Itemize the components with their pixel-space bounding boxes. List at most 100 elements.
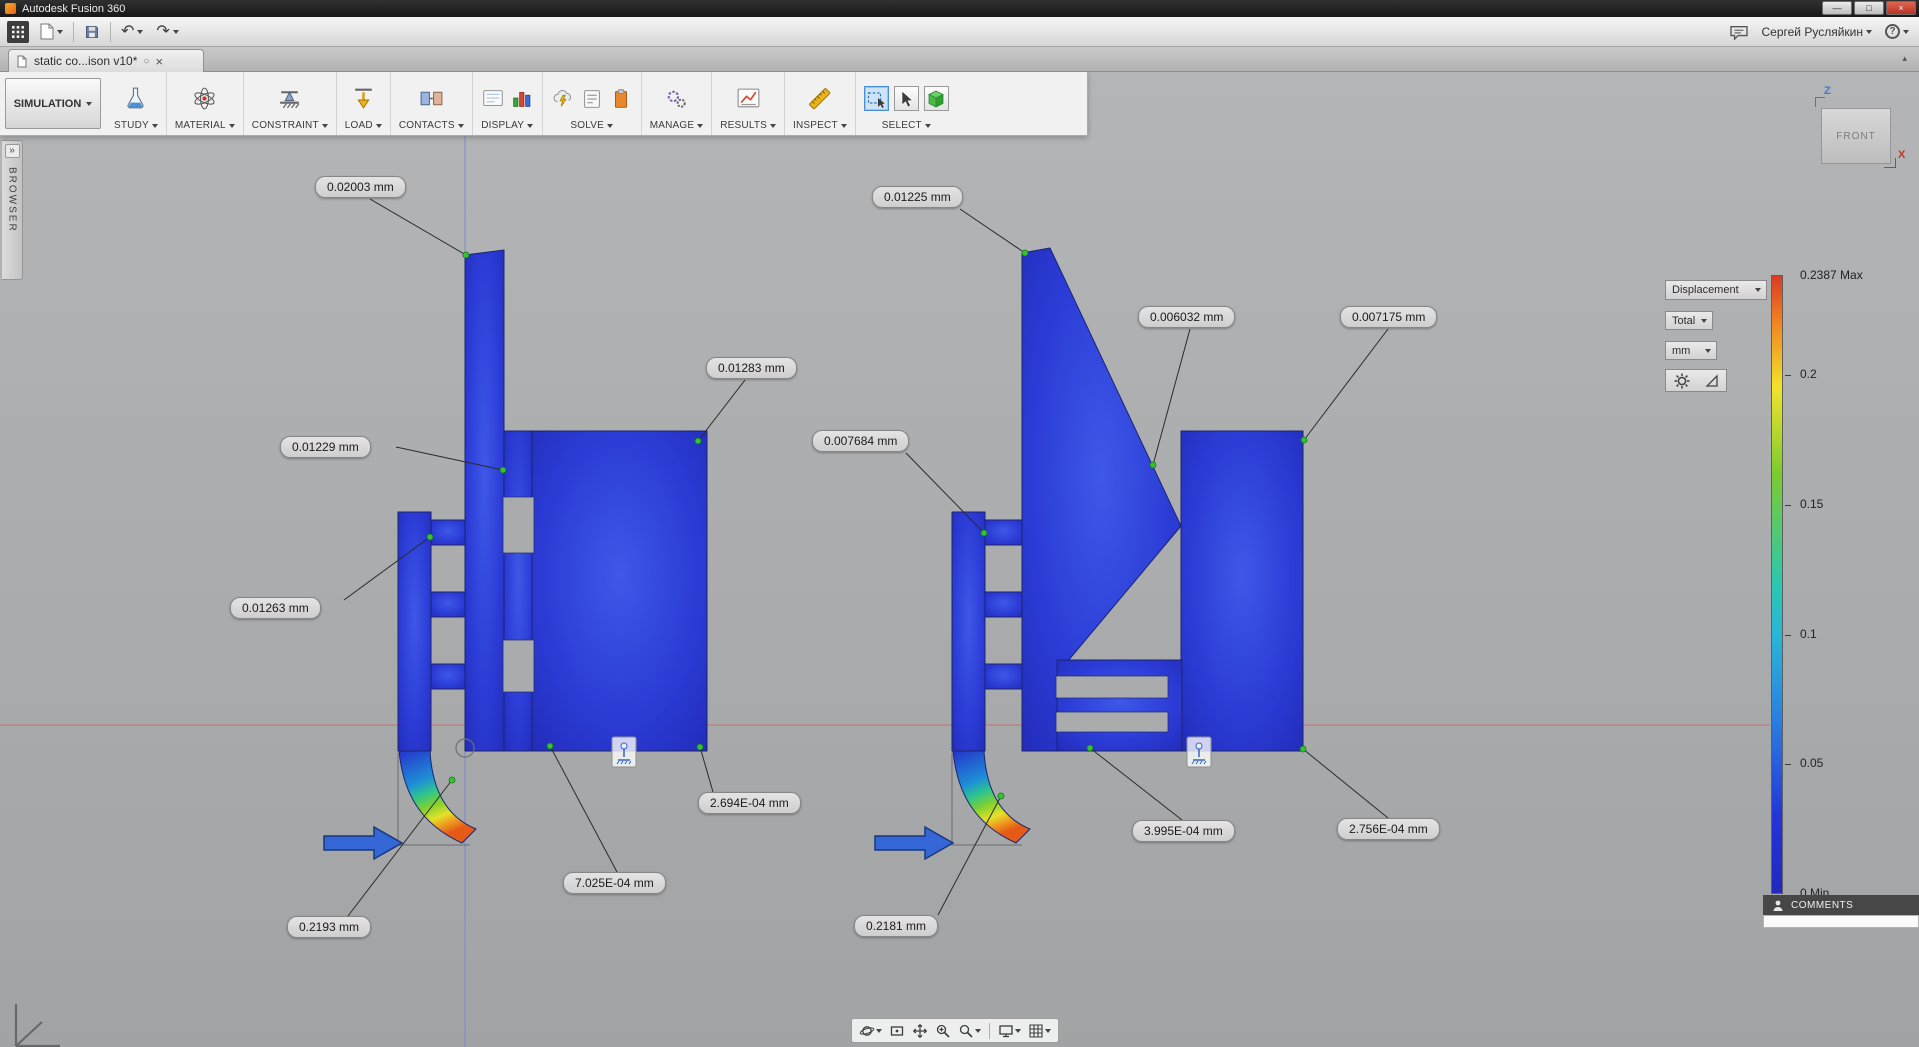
constraint-marker-left[interactable] [611, 736, 637, 768]
manage-icon[interactable] [663, 85, 690, 112]
user-account-button[interactable]: Сергей Русляйкин [1759, 23, 1876, 41]
displacement-callout[interactable]: 0.01229 mm [280, 436, 371, 458]
ribbon-group-label: INSPECT [793, 120, 838, 131]
comments-input[interactable] [1763, 915, 1919, 928]
undo-button[interactable]: ↶ [118, 22, 146, 42]
contacts-icon[interactable] [418, 85, 445, 112]
legend-tick-label: 0.05 [1800, 756, 1824, 770]
displacement-callout[interactable]: 0.01225 mm [872, 186, 963, 208]
displacement-callout[interactable]: 2.694E-04 mm [698, 792, 801, 814]
ribbon-group-results[interactable]: RESULTS [712, 72, 786, 135]
window-title-bar[interactable]: Autodesk Fusion 360 — □ × [0, 0, 1919, 17]
ribbon-group-select[interactable]: SELECT [856, 72, 957, 135]
ribbon-group-label: MANAGE [649, 120, 695, 131]
file-icon [40, 23, 54, 40]
window-minimize-button[interactable]: — [1822, 1, 1852, 15]
displacement-callout[interactable]: 0.007175 mm [1340, 306, 1438, 328]
document-tab[interactable]: static co...ison v10* ○ × [8, 49, 204, 72]
help-button[interactable]: ? [1882, 22, 1912, 41]
navigation-bar [851, 1018, 1059, 1043]
display-bars-icon[interactable] [510, 87, 534, 111]
study-icon[interactable] [122, 85, 149, 112]
window-close-button[interactable]: × [1886, 1, 1916, 15]
display-panel-icon[interactable] [481, 87, 505, 111]
ribbon-toolbar: SIMULATION STUDY MATERIAL CONSTRAINT LOA… [0, 72, 1088, 136]
displacement-callout[interactable]: 7.025E-04 mm [563, 872, 666, 894]
apps-grid-icon [12, 25, 24, 38]
select-solid-tool[interactable] [923, 86, 949, 111]
legend-tick-mark [1785, 375, 1791, 376]
window-maximize-button[interactable]: □ [1854, 1, 1884, 15]
job-status-icon[interactable]: ○ [143, 56, 149, 67]
document-tab-bar: static co...ison v10* ○ × ▴ [0, 47, 1919, 72]
legend-unit-select[interactable]: mm [1665, 341, 1717, 360]
job-status-button[interactable] [1726, 22, 1752, 42]
displacement-callout[interactable]: 0.006032 mm [1138, 306, 1236, 328]
pan-button[interactable] [910, 1022, 930, 1040]
ribbon-group-material[interactable]: MATERIAL [167, 72, 244, 135]
grid-settings-button[interactable] [1026, 1022, 1053, 1040]
file-menu-button[interactable] [36, 21, 66, 42]
redo-button[interactable]: ↷ [153, 22, 181, 42]
legend-component-select[interactable]: Total [1665, 311, 1713, 330]
chev-down-icon [1045, 1028, 1051, 1033]
save-button[interactable] [81, 22, 103, 42]
displacement-callout[interactable]: 0.2181 mm [854, 915, 939, 937]
window-select-icon [868, 91, 886, 108]
ribbon-group-study[interactable]: STUDY [106, 72, 167, 135]
legend-flip-icon[interactable] [1704, 373, 1720, 389]
ribbon-group-label: STUDY [114, 120, 149, 131]
toolbar-collapse-icon[interactable]: ▴ [1902, 53, 1907, 64]
viewcube[interactable]: FRONT [1821, 108, 1891, 164]
displacement-callout[interactable]: 3.995E-04 mm [1132, 820, 1235, 842]
material-icon[interactable] [191, 85, 218, 112]
chevron-down-icon [975, 1028, 981, 1033]
chevron-down-icon [228, 123, 235, 128]
legend-component-value: Total [1672, 314, 1696, 327]
legend-settings-gear-icon[interactable] [1673, 372, 1691, 390]
chevron-down-icon [86, 101, 93, 106]
document-icon [17, 55, 27, 67]
displacement-callout[interactable]: 0.007684 mm [812, 430, 910, 452]
browser-expand-button[interactable]: » [4, 144, 20, 158]
displacement-callout[interactable]: 2.756E-04 mm [1337, 818, 1440, 840]
solve-cloud-icon[interactable] [551, 87, 575, 111]
ribbon-group-contacts[interactable]: CONTACTS [391, 72, 473, 135]
results-icon[interactable] [735, 85, 762, 112]
display-settings-button[interactable] [996, 1022, 1023, 1040]
ribbon-group-load[interactable]: LOAD [337, 72, 391, 135]
ribbon-group-inspect[interactable]: INSPECT [785, 72, 856, 135]
app-grid-button[interactable] [7, 20, 29, 43]
chevron-down-icon [876, 1028, 882, 1033]
solve-details-icon[interactable] [580, 87, 604, 111]
orbit-button[interactable] [857, 1022, 884, 1040]
legend-tick-mark [1785, 764, 1791, 765]
legend-result-select[interactable]: Displacement [1665, 280, 1767, 300]
legend-unit-value: mm [1672, 344, 1691, 357]
solve-job-icon[interactable] [609, 87, 633, 111]
help-icon: ? [1885, 24, 1900, 39]
zoom-button[interactable] [956, 1022, 983, 1040]
comments-bar[interactable]: COMMENTS [1763, 895, 1919, 915]
ribbon-group-display[interactable]: DISPLAY [473, 72, 543, 135]
displacement-callout[interactable]: 0.2193 mm [287, 916, 372, 938]
inspect-icon[interactable] [806, 85, 833, 112]
displacement-callout[interactable]: 0.01263 mm [230, 597, 321, 619]
select-cursor-tool[interactable] [893, 86, 919, 111]
look-at-button[interactable] [887, 1022, 907, 1040]
workspace-label: SIMULATION [13, 97, 82, 110]
workspace-switcher[interactable]: SIMULATION [5, 78, 101, 129]
displacement-callout[interactable]: 0.01283 mm [706, 357, 797, 379]
tab-close-icon[interactable]: × [155, 55, 163, 68]
axis-x-label: X [1898, 149, 1906, 161]
ribbon-group-manage[interactable]: MANAGE [642, 72, 713, 135]
displacement-callout[interactable]: 0.02003 mm [315, 176, 406, 198]
select-window-tool[interactable] [863, 86, 889, 111]
ribbon-group-constraint[interactable]: CONSTRAINT [244, 72, 337, 135]
constraint-icon[interactable] [276, 85, 303, 112]
ribbon-group-solve[interactable]: SOLVE [543, 72, 642, 135]
zoom-window-button[interactable] [933, 1022, 953, 1040]
browser-panel-label: BROWSER [6, 167, 18, 233]
constraint-marker-right[interactable] [1186, 736, 1212, 768]
load-icon[interactable] [350, 85, 377, 112]
